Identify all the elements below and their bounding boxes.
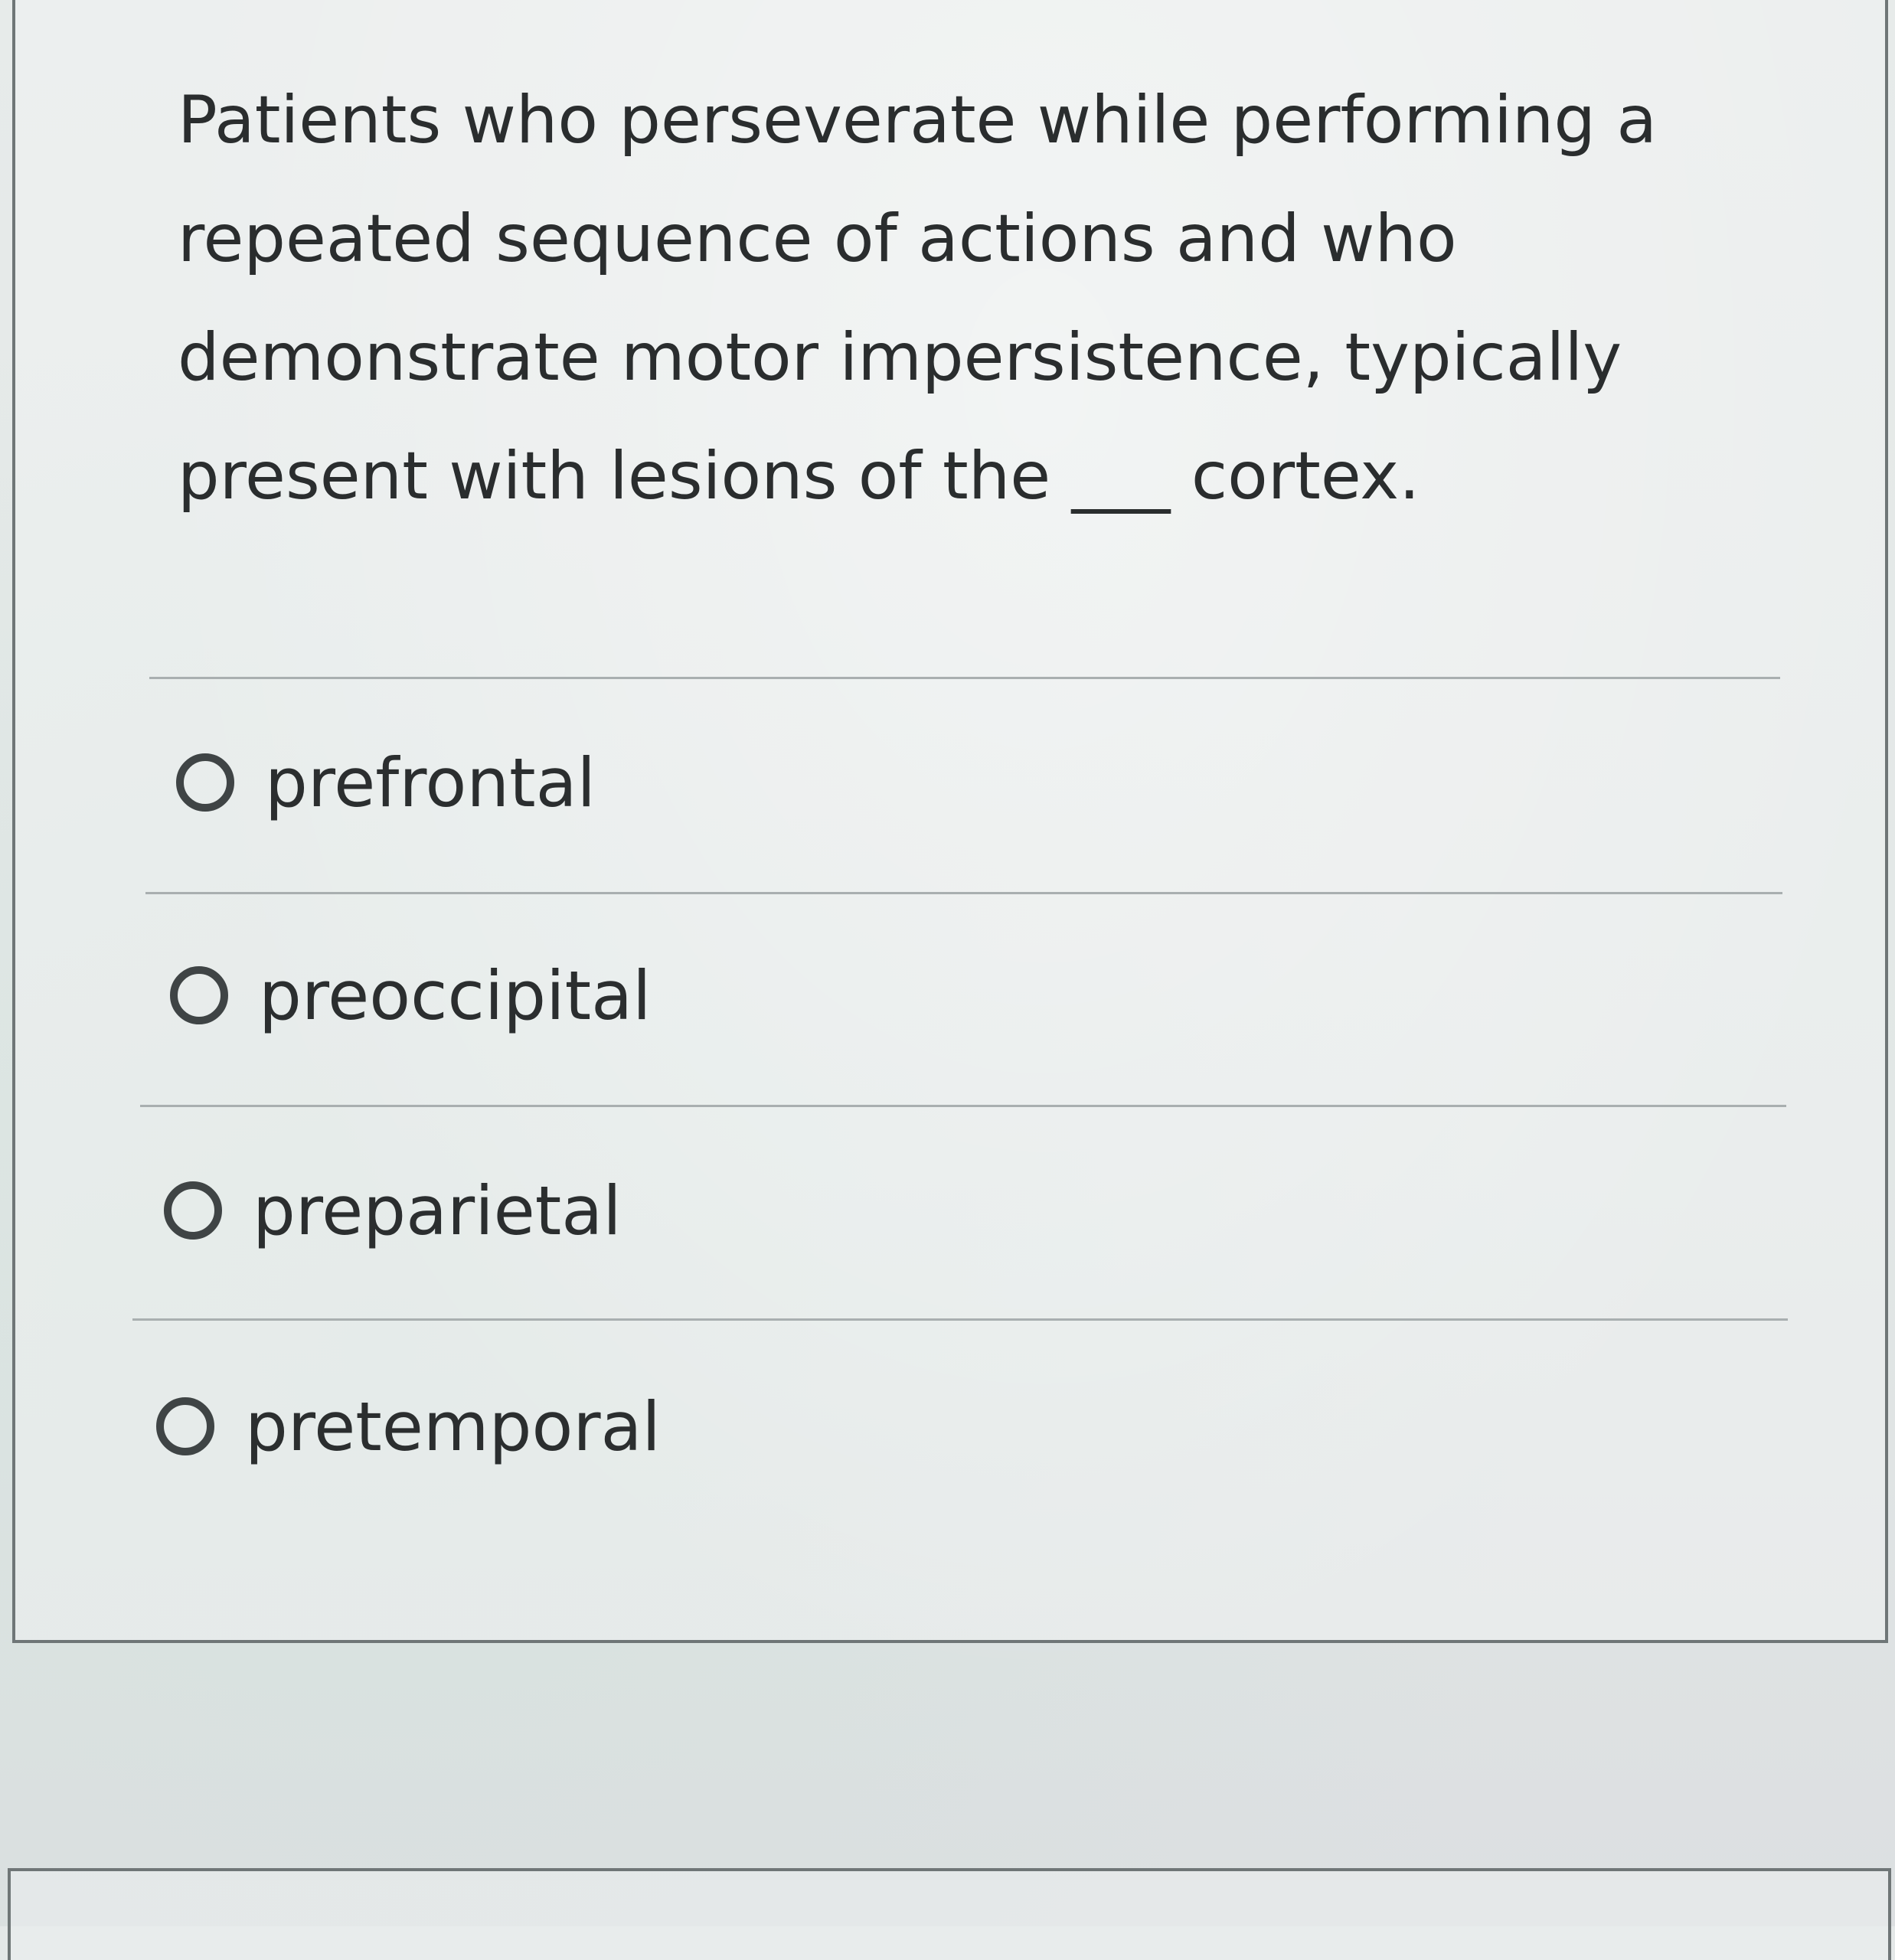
- answer-option-pretemporal[interactable]: pretemporal: [156, 1380, 661, 1472]
- divider: [149, 677, 1780, 679]
- question-text: Patients who perseverate while performin…: [178, 82, 1658, 514]
- next-question-card: [8, 1868, 1891, 1960]
- radio-button-icon[interactable]: [156, 1397, 214, 1455]
- option-label: preoccipital: [259, 956, 652, 1035]
- radio-button-icon[interactable]: [176, 753, 234, 812]
- divider: [132, 1318, 1788, 1321]
- divider: [140, 1105, 1786, 1107]
- answer-option-preoccipital[interactable]: preoccipital: [170, 949, 652, 1041]
- radio-button-icon[interactable]: [170, 966, 228, 1024]
- option-label: preparietal: [253, 1171, 622, 1250]
- option-label: pretemporal: [245, 1387, 661, 1466]
- answer-option-prefrontal[interactable]: prefrontal: [176, 737, 596, 828]
- divider: [145, 892, 1782, 894]
- radio-button-icon[interactable]: [164, 1181, 222, 1240]
- option-label: prefrontal: [265, 743, 596, 822]
- answer-option-preparietal[interactable]: preparietal: [164, 1165, 622, 1256]
